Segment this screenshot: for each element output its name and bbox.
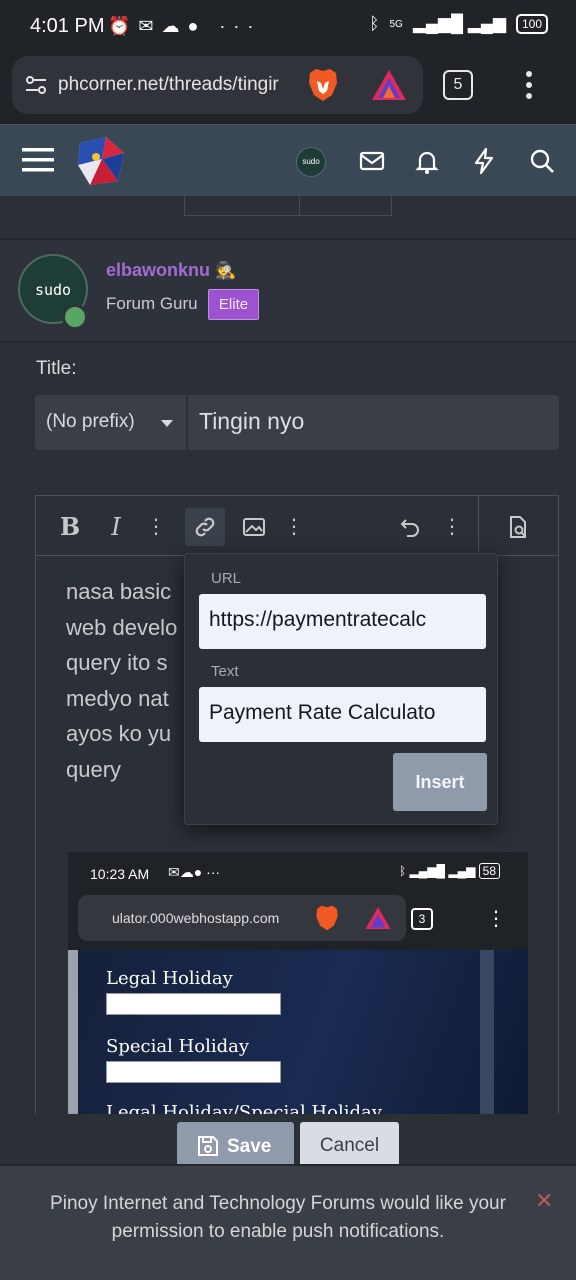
brave-shields-icon	[316, 905, 338, 931]
inbox-icon[interactable]	[358, 147, 386, 175]
author-username[interactable]: elbawonknu 🕵	[106, 260, 236, 281]
tab-switcher-button[interactable]: 5	[443, 70, 473, 100]
url-field[interactable]: https://paymentratecalc	[199, 594, 486, 649]
prefix-select[interactable]: (No prefix)	[35, 395, 188, 450]
user-avatar[interactable]: sudo	[296, 147, 326, 177]
embedded-address-bar: ulator.000webhostapp.com	[78, 895, 406, 941]
bell-icon[interactable]	[413, 147, 441, 175]
insert-link-dialog: URL https://paymentratecalc Text Payment…	[184, 553, 498, 825]
site-settings-icon[interactable]	[24, 73, 48, 97]
image-icon[interactable]	[234, 508, 274, 546]
embedded-time: 10:23 AM	[90, 866, 150, 882]
search-icon[interactable]	[528, 147, 556, 175]
status-time: 4:01 PM	[30, 15, 105, 37]
embedded-page: Legal Holiday Special Holiday Legal Holi…	[68, 950, 528, 1116]
forum-navbar: sudo	[0, 124, 576, 196]
cancel-button[interactable]: Cancel	[300, 1122, 399, 1170]
menu-icon[interactable]	[22, 147, 54, 173]
online-status-icon	[62, 304, 88, 330]
banner-message: Pinoy Internet and Technology Forums wou…	[50, 1193, 506, 1242]
undo-icon[interactable]	[390, 508, 430, 546]
title-row: (No prefix) Tingin nyo	[35, 395, 559, 450]
insert-button[interactable]: Insert	[393, 753, 487, 811]
notification-icons: ⏰✉☁● ···	[108, 16, 262, 36]
close-icon[interactable]: ✕	[535, 1188, 553, 1214]
form-actions: Save Cancel	[0, 1114, 576, 1170]
user-badge: Elite	[208, 289, 259, 320]
button-group-remnant	[184, 196, 392, 216]
save-icon	[198, 1136, 218, 1156]
more-options-icon[interactable]: ⋮	[136, 508, 176, 546]
embedded-screenshot[interactable]: 10:23 AM ✉☁● ··· ᛒ ▂▄▆█ ▂▄▆ 58 ulator.00…	[68, 852, 528, 1116]
push-permission-banner: Pinoy Internet and Technology Forums wou…	[0, 1164, 576, 1280]
spy-icon: 🕵	[215, 261, 237, 280]
url-label: URL	[211, 570, 242, 587]
lightning-icon[interactable]	[470, 147, 498, 175]
bluetooth-icon: ᛒ	[369, 14, 380, 33]
brave-rewards-icon	[365, 906, 391, 930]
address-bar[interactable]: phcorner.net/threads/tingir	[12, 56, 423, 114]
browser-menu-icon[interactable]	[520, 70, 538, 100]
post-author-block: sudo elbawonknu 🕵 Forum Guru Elite	[0, 240, 576, 342]
embedded-tab-count: 3	[411, 908, 433, 930]
link-icon[interactable]	[185, 508, 225, 546]
url-text[interactable]: phcorner.net/threads/tingir	[58, 74, 308, 96]
link-text-field[interactable]: Payment Rate Calculato	[199, 687, 486, 742]
status-bar: 4:01 PM ⏰✉☁● ··· ᛒ 5G ▂▄▆█ ▂▄▆ 100	[0, 0, 576, 52]
author-role: Forum Guru	[106, 294, 198, 313]
title-input[interactable]: Tingin nyo	[199, 408, 304, 435]
browser-toolbar: phcorner.net/threads/tingir 5	[0, 52, 576, 124]
preview-icon[interactable]	[498, 508, 538, 546]
more-insert-icon[interactable]: ⋮	[274, 508, 314, 546]
brave-rewards-icon[interactable]	[370, 68, 408, 102]
brave-shields-icon[interactable]	[306, 67, 340, 103]
network-type: 5G	[389, 18, 403, 30]
site-logo[interactable]	[76, 135, 128, 187]
bold-icon[interactable]: B	[50, 508, 90, 546]
chevron-down-icon	[161, 420, 173, 427]
editor-toolbar: B I ⋮ ⋮ ⋮	[36, 496, 558, 556]
save-button[interactable]: Save	[177, 1122, 294, 1170]
prefix-value: (No prefix)	[46, 411, 135, 432]
title-label: Title:	[36, 358, 77, 379]
battery-icon: 100	[515, 14, 548, 34]
text-label: Text	[211, 663, 239, 680]
italic-icon[interactable]: I	[96, 508, 136, 546]
signal-icon: ▂▄▆█ ▂▄▆	[412, 14, 506, 33]
more-actions-icon[interactable]: ⋮	[432, 508, 472, 546]
